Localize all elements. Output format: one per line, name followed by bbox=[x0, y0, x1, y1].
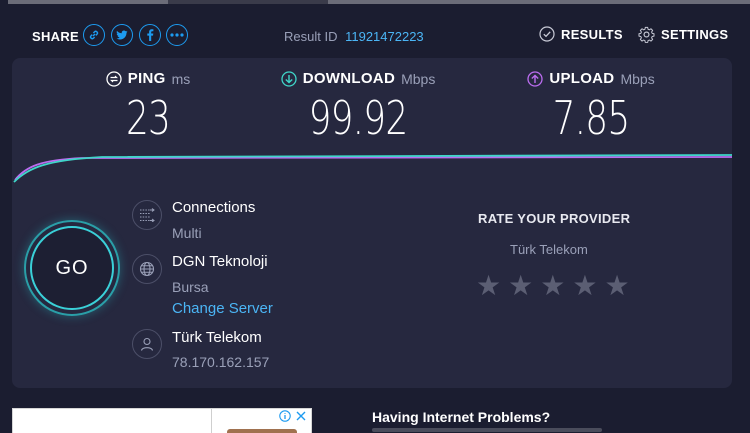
internet-problems-heading: Having Internet Problems? bbox=[372, 409, 551, 425]
star-icon[interactable]: ★ bbox=[540, 272, 565, 300]
result-card: PING ms 23 DOWNLOAD Mbps 99.92 UPLOAD Mb… bbox=[12, 58, 732, 388]
top-progress-strip bbox=[0, 0, 750, 4]
go-button[interactable]: GO bbox=[24, 220, 120, 316]
result-id-display: Result ID 11921472223 bbox=[284, 29, 424, 44]
share-label: SHARE bbox=[32, 29, 80, 44]
star-icon[interactable]: ★ bbox=[508, 272, 533, 300]
upload-arrow-icon bbox=[527, 70, 543, 87]
result-id-link[interactable]: 11921472223 bbox=[345, 29, 424, 44]
settings-button[interactable]: SETTINGS bbox=[638, 26, 728, 43]
go-label: GO bbox=[55, 256, 89, 279]
result-header: SHARE Result ID 11921472223 RESULTS SETT… bbox=[0, 20, 750, 52]
top-strip-segment bbox=[328, 0, 750, 4]
ping-value: 23 bbox=[125, 91, 171, 145]
share-link-button[interactable] bbox=[83, 24, 105, 46]
ad-image bbox=[227, 429, 297, 433]
internet-problems-text bbox=[372, 428, 602, 432]
rate-provider-title: RATE YOUR PROVIDER bbox=[478, 211, 631, 226]
server-location: Bursa bbox=[172, 279, 209, 295]
advertisement[interactable] bbox=[12, 408, 312, 433]
star-icon[interactable]: ★ bbox=[476, 272, 501, 300]
rating-stars: ★ ★ ★ ★ ★ bbox=[476, 272, 630, 300]
check-circle-icon bbox=[539, 26, 555, 42]
star-icon[interactable]: ★ bbox=[604, 272, 629, 300]
top-strip-segment bbox=[168, 0, 328, 4]
ad-divider bbox=[211, 409, 212, 433]
facebook-icon bbox=[147, 29, 154, 41]
download-arrow-icon bbox=[281, 70, 297, 87]
share-more-button[interactable] bbox=[166, 24, 188, 46]
results-label: RESULTS bbox=[561, 26, 623, 42]
connections-title: Connections bbox=[172, 199, 256, 216]
more-icon bbox=[170, 33, 184, 37]
download-speed-line bbox=[13, 154, 732, 183]
top-strip-segment bbox=[8, 0, 168, 4]
download-value: 99.92 bbox=[308, 91, 409, 145]
result-id-label: Result ID bbox=[284, 29, 338, 44]
speed-graph bbox=[13, 154, 732, 183]
ping-metric: PING ms 23 bbox=[88, 70, 208, 145]
ping-label: PING bbox=[127, 70, 166, 87]
share-twitter-button[interactable] bbox=[111, 24, 133, 46]
download-metric: DOWNLOAD Mbps 99.92 bbox=[268, 70, 448, 145]
upload-unit: Mbps bbox=[620, 70, 655, 87]
go-button-inner: GO bbox=[30, 226, 114, 310]
client-isp: Türk Telekom bbox=[172, 329, 262, 346]
download-unit: Mbps bbox=[401, 70, 436, 87]
link-icon bbox=[89, 30, 99, 40]
results-button[interactable]: RESULTS bbox=[539, 26, 623, 42]
info-icon[interactable] bbox=[279, 410, 291, 422]
upload-value: 7.85 bbox=[552, 91, 631, 145]
change-server-link[interactable]: Change Server bbox=[172, 300, 273, 317]
user-icon bbox=[132, 329, 162, 359]
upload-label: UPLOAD bbox=[549, 70, 615, 87]
settings-label: SETTINGS bbox=[661, 27, 729, 42]
client-ip: 78.170.162.157 bbox=[172, 354, 270, 370]
upload-metric: UPLOAD Mbps 7.85 bbox=[516, 70, 666, 145]
ping-unit: ms bbox=[171, 70, 191, 87]
connections-icon bbox=[132, 200, 162, 230]
close-icon[interactable] bbox=[295, 410, 307, 422]
ad-controls bbox=[279, 410, 307, 422]
connections-mode[interactable]: Multi bbox=[172, 225, 202, 241]
twitter-icon bbox=[116, 30, 128, 39]
download-label: DOWNLOAD bbox=[302, 70, 396, 87]
star-icon[interactable]: ★ bbox=[572, 272, 597, 300]
upload-speed-line bbox=[14, 156, 732, 181]
share-facebook-button[interactable] bbox=[139, 24, 161, 46]
server-name: DGN Teknoloji bbox=[172, 253, 268, 270]
globe-icon bbox=[132, 254, 162, 284]
ping-icon bbox=[106, 70, 122, 87]
gear-icon bbox=[638, 26, 655, 43]
rate-provider-isp: Türk Telekom bbox=[510, 242, 588, 257]
